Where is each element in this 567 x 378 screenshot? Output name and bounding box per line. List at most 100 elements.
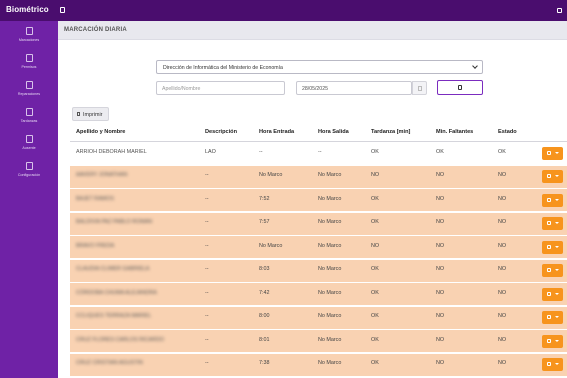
- cell-desc: --: [205, 266, 209, 272]
- cell-name: CÓRDOBA CHUMA ALEJANDRA: [76, 289, 157, 296]
- cell-late: OK: [371, 148, 379, 155]
- settings-icon: [547, 315, 551, 319]
- settings-icon: [547, 221, 551, 225]
- square-icon: [25, 54, 33, 62]
- cell-out: No Marco: [318, 172, 342, 178]
- calendar-button[interactable]: [412, 81, 427, 95]
- row-action-button[interactable]: [542, 334, 563, 348]
- cell-status: NO: [498, 172, 507, 178]
- cell-status: NO: [498, 266, 507, 272]
- row-action-button[interactable]: [542, 217, 563, 230]
- cell-late: OK: [371, 313, 379, 319]
- cell-name: AAVERY JONATHAN: [76, 172, 128, 178]
- cell-missing: NO: [436, 313, 445, 319]
- cell-late: OK: [371, 336, 379, 343]
- print-icon: [77, 112, 80, 116]
- square-icon: [25, 162, 33, 170]
- date-input[interactable]: 28/05/2025: [296, 81, 412, 95]
- cell-missing: OK: [436, 148, 444, 155]
- row-action-button[interactable]: [542, 287, 563, 301]
- cell-late: NO: [371, 242, 380, 249]
- cell-desc: --: [205, 195, 209, 202]
- settings-icon: [547, 268, 551, 272]
- cell-out: No Marco: [318, 219, 342, 225]
- cell-in: 7:42: [259, 289, 270, 296]
- cell-in: No Marco: [259, 172, 283, 178]
- row-action-button[interactable]: [542, 264, 563, 277]
- cell-late: OK: [371, 266, 379, 272]
- row-action-button[interactable]: [542, 193, 563, 207]
- cell-desc: --: [205, 313, 209, 319]
- caret-down-icon: [555, 292, 559, 295]
- sidebar-item-ausente[interactable]: Ausente: [0, 135, 58, 159]
- cell-missing: NO: [436, 172, 445, 178]
- cell-missing: NO: [436, 360, 445, 366]
- caret-down-icon: [555, 222, 559, 224]
- cell-name: CCLIQUES TERRAZA MARIEL: [76, 313, 152, 319]
- column-header-out: Hora Salida: [318, 129, 349, 135]
- sidebar-item-marcaciones[interactable]: Marcaciones: [0, 27, 58, 51]
- sidebar-item-label: Permisos: [21, 65, 37, 69]
- cell-status: NO: [498, 219, 507, 225]
- search-icon: [458, 85, 462, 90]
- sidebar-item-permisos[interactable]: Permisos: [0, 54, 58, 78]
- page-title: MARCACIÓN DIARIA: [64, 27, 127, 33]
- row-action-button[interactable]: [542, 240, 563, 254]
- cell-in: 7:38: [259, 360, 270, 366]
- office-select-value: Dirección de Informática del Ministerio …: [163, 64, 283, 71]
- office-select[interactable]: Dirección de Informática del Ministerio …: [156, 60, 483, 74]
- cell-status: NO: [498, 336, 507, 343]
- cell-late: OK: [371, 219, 379, 225]
- sidebar-item-configuracion[interactable]: Configuración: [0, 162, 58, 186]
- cell-in: --: [259, 148, 263, 155]
- cell-name: CLAUDIA CLIMER GABRIELA: [76, 266, 150, 272]
- window-icon[interactable]: [557, 8, 562, 13]
- caret-down-icon: [555, 339, 559, 342]
- cell-out: No Marco: [318, 336, 342, 343]
- cell-name: BALDIVIA PAZ PABLO ROMAN: [76, 219, 153, 225]
- sidebar-item-reparaciones[interactable]: Reparaciones: [0, 81, 58, 105]
- cell-missing: NO: [436, 242, 445, 249]
- cell-in: 7:57: [259, 219, 270, 225]
- page-header: MARCACIÓN DIARIA: [58, 21, 567, 40]
- caret-down-icon: [555, 269, 559, 271]
- row-action-button[interactable]: [542, 358, 563, 371]
- cell-missing: NO: [436, 266, 445, 272]
- sidebar-item-tardanzas[interactable]: Tardanzas: [0, 108, 58, 132]
- cell-status: NO: [498, 360, 507, 366]
- column-header-desc: Descripción: [205, 129, 238, 135]
- cell-name: ARRIOH DEBORAH MARIEL: [76, 148, 147, 155]
- cell-name: CRUZ CRISTIAN AGUSTIN: [76, 360, 143, 366]
- cell-name: CRUZ FLORES CARLOS RICARDO: [76, 336, 165, 343]
- cell-status: OK: [498, 148, 506, 155]
- row-action-button[interactable]: [542, 311, 563, 324]
- row-action-button[interactable]: [542, 146, 563, 160]
- cell-late: OK: [371, 289, 379, 296]
- cell-in: 7:52: [259, 195, 270, 202]
- cell-out: No Marco: [318, 195, 342, 202]
- print-button[interactable]: Imprimir: [72, 107, 109, 121]
- cell-missing: NO: [436, 289, 445, 296]
- cell-desc: --: [205, 336, 209, 343]
- settings-icon: [547, 244, 551, 249]
- cell-name: BRAVO FREDA: [76, 242, 115, 249]
- column-header-missing: Min. Faltantes: [436, 129, 474, 135]
- cell-status: NO: [498, 313, 507, 319]
- cell-desc: --: [205, 219, 209, 225]
- square-toggle-icon[interactable]: [60, 7, 65, 13]
- top-bar: Biométrico: [0, 0, 567, 21]
- cell-late: OK: [371, 360, 379, 366]
- cell-late: OK: [371, 195, 379, 202]
- settings-icon: [547, 174, 551, 178]
- caret-down-icon: [555, 175, 559, 177]
- square-icon: [25, 81, 33, 89]
- cell-out: No Marco: [318, 360, 342, 366]
- row-action-button[interactable]: [542, 170, 563, 183]
- cell-name: BAJET RAMOS: [76, 195, 114, 202]
- search-button[interactable]: [437, 80, 483, 95]
- cell-out: No Marco: [318, 289, 342, 296]
- sidebar-item-label: Marcaciones: [18, 38, 40, 42]
- settings-icon: [547, 338, 551, 343]
- cell-missing: NO: [436, 336, 445, 343]
- lastname-input[interactable]: Apellido/Nombre: [156, 81, 285, 95]
